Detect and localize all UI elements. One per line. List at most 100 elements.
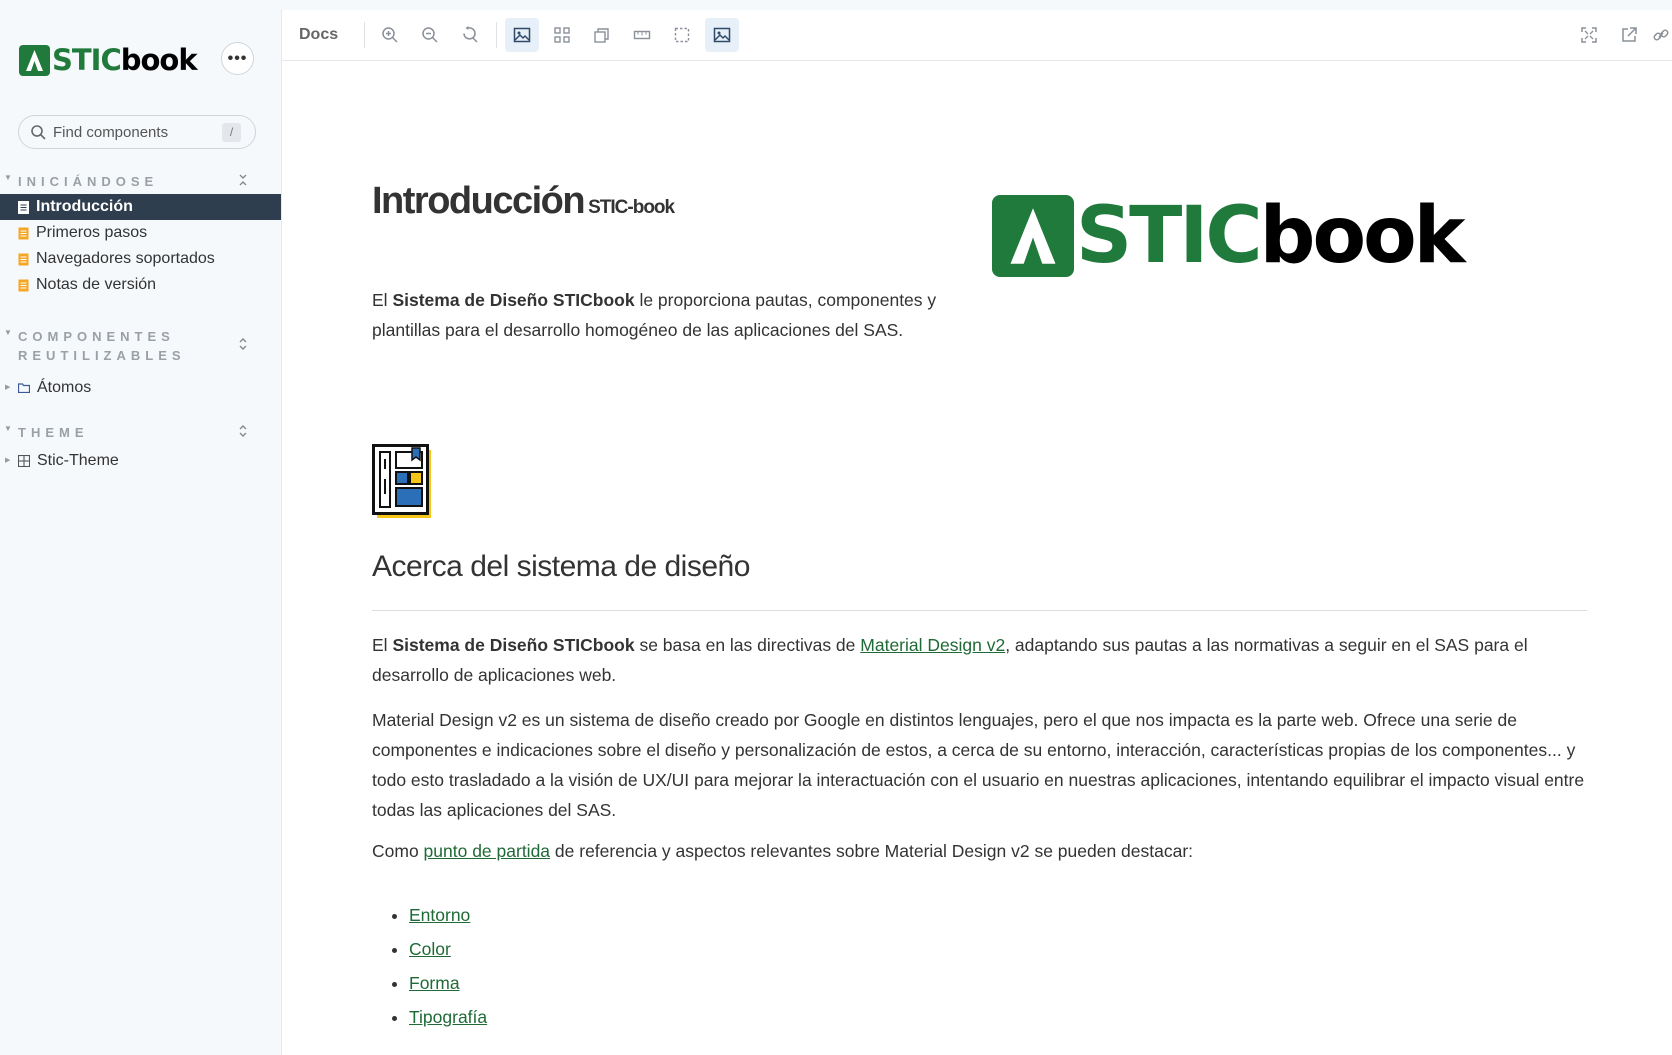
- list-item: Entorno: [409, 898, 487, 932]
- zoom-out-icon: [422, 27, 438, 43]
- section-header-theme[interactable]: ▼ THEME: [0, 421, 281, 441]
- copy-link-button[interactable]: [1652, 18, 1672, 52]
- expand-arrow-icon: ▶: [5, 384, 11, 391]
- section-title: INICIÁNDOSE: [18, 174, 159, 189]
- document-icon: [18, 279, 29, 291]
- section-componentes-reutilizables: ▼ COMPONENTES REUTILIZABLES: [0, 325, 281, 365]
- search-input[interactable]: [53, 123, 213, 141]
- search-shortcut-key: /: [222, 123, 241, 142]
- sticbook-logo[interactable]: STICbook: [19, 42, 198, 78]
- hero-text-green: STIC: [1076, 191, 1263, 281]
- sidebar-item-atomos[interactable]: ▶ Átomos: [0, 375, 281, 401]
- toolbar-divider: [364, 22, 365, 48]
- find-components-search[interactable]: /: [18, 115, 256, 149]
- sidebar-item-navegadores-soportados[interactable]: Navegadores soportados: [0, 246, 281, 272]
- section-divider: [372, 610, 1587, 611]
- toolbar: Docs: [282, 10, 1672, 61]
- section-header-componentes[interactable]: ▼ COMPONENTES REUTILIZABLES: [0, 325, 281, 365]
- measure-button[interactable]: [625, 18, 659, 52]
- link-icon: [1653, 29, 1669, 41]
- sidebar-item-primeros-pasos[interactable]: Primeros pasos: [0, 220, 281, 246]
- sidebar: STICbook ••• / ▼ INICIÁNDOSE Introducció…: [0, 0, 281, 1055]
- outline-icon: [674, 27, 690, 43]
- tipografia-link[interactable]: Tipografía: [409, 1007, 487, 1027]
- background-button[interactable]: [505, 18, 539, 52]
- sticbook-hero-logo: STICbook: [992, 195, 1466, 277]
- zoom-in-icon: [382, 27, 398, 43]
- grid-button[interactable]: [545, 18, 579, 52]
- collapse-icon[interactable]: [238, 173, 248, 187]
- expand-arrow-icon: ▶: [5, 457, 11, 464]
- text: de referencia y aspectos relevantes sobr…: [550, 841, 1194, 861]
- image-icon: [513, 27, 531, 43]
- folder-icon: [18, 383, 30, 393]
- brand-mark-icon: [19, 44, 50, 76]
- sidebar-item-introduccion[interactable]: Introducción: [0, 194, 281, 220]
- document-icon: [18, 227, 29, 239]
- search-icon: [31, 124, 46, 139]
- section-title-line2: REUTILIZABLES: [18, 348, 186, 363]
- hero-text-black: book: [1259, 191, 1466, 281]
- image-icon: [713, 27, 731, 43]
- section-caret-icon: ▼: [4, 173, 12, 182]
- expand-icon[interactable]: [238, 337, 248, 351]
- sidebar-item-label: Átomos: [37, 379, 92, 396]
- material-topics-list: Entorno Color Forma Tipografía: [372, 898, 487, 1034]
- sidebar-item-label: Primeros pasos: [36, 224, 148, 241]
- section-caret-icon: ▼: [4, 328, 12, 337]
- image-toggle-button[interactable]: [705, 18, 739, 52]
- brand-mark-icon: [992, 195, 1074, 277]
- zoom-out-button[interactable]: [413, 18, 447, 52]
- list-item: Tipografía: [409, 1000, 487, 1034]
- brand-text-green: STIC: [52, 43, 122, 77]
- zoom-in-button[interactable]: [373, 18, 407, 52]
- text: se basa en las directivas de: [634, 635, 861, 655]
- viewport-button[interactable]: [585, 18, 619, 52]
- paragraph-material-description: Material Design v2 es un sistema de dise…: [372, 710, 1585, 820]
- section-header-iniciandose[interactable]: ▼ INICIÁNDOSE: [0, 170, 281, 190]
- viewport-icon: [594, 28, 609, 43]
- sidebar-item-label: Navegadores soportados: [36, 250, 215, 267]
- entorno-link[interactable]: Entorno: [409, 905, 470, 925]
- sidebar-item-label: Stic-Theme: [37, 452, 119, 469]
- about-heading: Acerca del sistema de diseño: [372, 550, 750, 583]
- outline-button[interactable]: [665, 18, 699, 52]
- docs-tab[interactable]: Docs: [299, 26, 338, 44]
- open-new-tab-button[interactable]: [1612, 18, 1646, 52]
- sidebar-item-notas-de-version[interactable]: Notas de versión: [0, 272, 281, 298]
- ruler-icon: [633, 30, 651, 40]
- list-item: Color: [409, 932, 487, 966]
- paragraph-material-design: El Sistema de Diseño STICbook se basa en…: [372, 630, 1587, 690]
- grid-icon: [554, 27, 570, 43]
- bold-text: Sistema de Diseño STICbook: [392, 635, 635, 655]
- list-item: Forma: [409, 966, 487, 1000]
- section-title-line1: COMPONENTES: [18, 329, 175, 344]
- intro-paragraph: El Sistema de Diseño STICbook le proporc…: [372, 285, 972, 345]
- sidebar-item-label: Notas de versión: [36, 276, 157, 293]
- design-system-icon: [372, 444, 431, 518]
- zoom-reset-icon: [463, 26, 478, 43]
- text: Como: [372, 841, 424, 861]
- zoom-reset-button[interactable]: [453, 18, 487, 52]
- section-theme: ▼ THEME: [0, 421, 281, 441]
- sidebar-item-stic-theme[interactable]: ▶ Stic-Theme: [0, 448, 281, 474]
- punto-de-partida-link[interactable]: punto de partida: [424, 841, 551, 861]
- document-icon: [18, 253, 29, 265]
- forma-link[interactable]: Forma: [409, 973, 460, 993]
- fullscreen-button[interactable]: [1572, 18, 1606, 52]
- fullscreen-icon: [1581, 27, 1597, 43]
- brand-text-black: book: [120, 43, 198, 77]
- external-link-icon: [1622, 27, 1637, 42]
- color-link[interactable]: Color: [409, 939, 451, 959]
- expand-icon[interactable]: [238, 424, 248, 438]
- text: El: [372, 290, 393, 310]
- page-title: Introducción STIC-book: [372, 180, 675, 223]
- section-caret-icon: ▼: [4, 424, 12, 433]
- page-title-text: Introducción: [372, 180, 586, 222]
- document-icon: [18, 200, 29, 214]
- material-design-link[interactable]: Material Design v2: [860, 635, 1005, 655]
- more-options-button[interactable]: •••: [221, 42, 254, 75]
- bold-text: Sistema de Diseño STICbook: [392, 290, 635, 310]
- text: El: [372, 635, 393, 655]
- toolbar-divider: [496, 22, 497, 48]
